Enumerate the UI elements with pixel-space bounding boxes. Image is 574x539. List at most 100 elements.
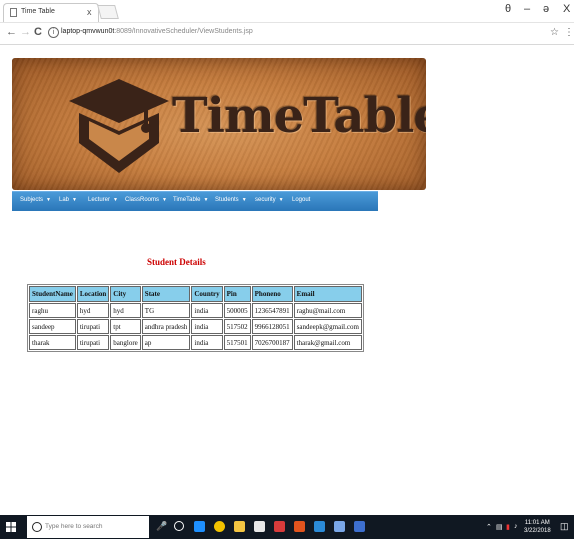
address-bar-row: ← → C i laptop-qmvwun0t:8089/InnovativeS… <box>0 23 574 45</box>
battery-icon[interactable]: ▮ <box>506 523 510 531</box>
restore-button[interactable]: ə <box>543 3 549 15</box>
chevron-down-icon: ▼ <box>278 197 284 203</box>
table-row: sandeep tirupati tpt andhra pradesh indi… <box>29 319 362 334</box>
table-cell: raghu <box>29 303 76 318</box>
url-path: :8089/InnovativeScheduler/ViewStudents.j… <box>114 28 253 35</box>
table-cell: hyd <box>76 303 110 318</box>
column-header: Email <box>293 286 362 302</box>
table-cell: tirupati <box>76 335 110 350</box>
column-header: StudentName <box>29 286 76 302</box>
word-icon[interactable] <box>354 521 365 532</box>
chevron-down-icon: ▼ <box>113 197 118 203</box>
nav-lecturer[interactable]: Lecturer ▼ <box>88 197 118 203</box>
table-cell: 7026700187 <box>251 335 293 350</box>
students-table: StudentName Location City State Country … <box>27 284 364 352</box>
chevron-down-icon: ▼ <box>72 197 77 203</box>
store-icon[interactable] <box>254 521 265 532</box>
page-title: Student Details <box>147 257 206 267</box>
browser-tab-strip: Time Table x θ – ə X <box>0 0 574 23</box>
nav-subjects-label: Subjects <box>20 197 44 203</box>
table-row: raghu hyd hyd TG india 500005 1236547891… <box>29 303 362 318</box>
microphone-icon[interactable]: 🎤 <box>156 521 167 532</box>
mail-icon[interactable] <box>274 521 285 532</box>
table-cell: tharak <box>29 335 76 350</box>
table-header-row: StudentName Location City State Country … <box>29 286 362 302</box>
account-icon[interactable]: θ <box>505 3 511 15</box>
table-cell: india <box>191 335 223 350</box>
back-arrow-icon[interactable]: ← <box>6 26 17 38</box>
windows-taskbar: Type here to search 🎤 ⌃ ▤ ▮ ♪ 11:01 AM 3… <box>0 515 574 539</box>
nav-security[interactable]: security ▼ <box>255 197 284 203</box>
graduation-cap-logo-icon <box>69 79 169 173</box>
tab-title: Time Table <box>21 8 55 15</box>
system-clock[interactable]: 11:01 AM 3/22/2018 <box>524 519 551 535</box>
nav-security-label: security <box>255 197 276 203</box>
task-view-icon[interactable] <box>174 521 184 531</box>
nav-logout-label: Logout <box>292 197 311 203</box>
url-host: laptop-qmvwun0t <box>61 28 115 35</box>
main-navbar: Subjects ▼ Lab ▼ Lecturer ▼ ClassRooms ▼ Tim… <box>12 191 378 211</box>
timetable-banner: TimeTable <box>12 58 426 190</box>
browser-menu-icon[interactable]: ⋮ <box>564 27 574 38</box>
new-tab-button[interactable] <box>97 5 119 19</box>
chevron-down-icon: ▼ <box>46 197 51 203</box>
network-icon[interactable]: ▤ <box>496 523 503 531</box>
table-cell: banglore <box>110 335 141 350</box>
page-icon <box>10 8 17 17</box>
table-cell: ap <box>141 335 191 350</box>
column-header: Location <box>76 286 110 302</box>
taskbar-search-input[interactable]: Type here to search <box>27 516 149 538</box>
column-header: Phoneno <box>251 286 293 302</box>
nav-students-label: Students <box>215 197 239 203</box>
table-row: tharak tirupati banglore ap india 517501… <box>29 335 362 350</box>
minimize-button[interactable]: – <box>524 3 530 15</box>
nav-logout[interactable]: Logout <box>292 197 310 203</box>
column-header: State <box>141 286 191 302</box>
table-cell: 517501 <box>223 335 251 350</box>
tray-chevron-icon[interactable]: ⌃ <box>486 523 492 531</box>
table-cell: 517502 <box>223 319 251 334</box>
nav-lab[interactable]: Lab ▼ <box>59 197 77 203</box>
powerpoint-icon[interactable] <box>294 521 305 532</box>
browser-tab[interactable]: Time Table x <box>3 3 99 22</box>
chevron-down-icon: ▼ <box>203 197 209 203</box>
info-icon[interactable]: i <box>48 27 59 38</box>
table-cell: hyd <box>110 303 141 318</box>
nav-subjects[interactable]: Subjects ▼ <box>20 197 51 203</box>
table-cell: tirupati <box>76 319 110 334</box>
eclipse-icon[interactable] <box>334 521 345 532</box>
nav-timetable[interactable]: TimeTable ▼ <box>173 197 208 203</box>
reload-icon[interactable]: C <box>34 26 42 38</box>
table-cell: 500005 <box>223 303 251 318</box>
url-text: laptop-qmvwun0t:8089/InnovativeScheduler… <box>61 28 253 35</box>
table-cell: india <box>191 303 223 318</box>
close-window-button[interactable]: X <box>563 3 570 15</box>
skype-icon[interactable] <box>314 521 325 532</box>
edge-icon[interactable] <box>194 521 205 532</box>
nav-lab-label: Lab <box>59 197 70 203</box>
file-explorer-icon[interactable] <box>234 521 245 532</box>
nav-students[interactable]: Students ▼ <box>215 197 247 203</box>
nav-timetable-label: TimeTable <box>173 197 201 203</box>
forward-arrow-icon[interactable]: → <box>20 26 31 38</box>
tab-close-icon[interactable]: x <box>87 7 92 17</box>
table-cell: 9966128051 <box>251 319 293 334</box>
nav-classrooms-label: ClassRooms <box>125 197 160 203</box>
url-field[interactable]: i laptop-qmvwun0t:8089/InnovativeSchedul… <box>48 26 548 41</box>
volume-icon[interactable]: ♪ <box>514 523 518 530</box>
table-cell: india <box>191 319 223 334</box>
windows-start-icon[interactable] <box>6 522 16 532</box>
logo-text: TimeTable <box>172 88 426 144</box>
table-cell: TG <box>141 303 191 318</box>
clock-time: 11:01 AM <box>524 520 550 526</box>
chrome-icon[interactable] <box>214 521 225 532</box>
nav-classrooms[interactable]: ClassRooms ▼ <box>125 197 167 203</box>
nav-lecturer-label: Lecturer <box>88 197 111 203</box>
table-cell: andhra pradesh <box>141 319 191 334</box>
notifications-icon[interactable]: ◫ <box>560 521 569 532</box>
table-cell: sandeepk@gmail.com <box>293 319 362 334</box>
clock-date: 3/22/2018 <box>524 528 551 534</box>
table-cell: tharak@gmail.com <box>293 335 362 350</box>
search-placeholder: Type here to search <box>45 523 103 530</box>
bookmark-star-icon[interactable]: ☆ <box>550 27 559 38</box>
